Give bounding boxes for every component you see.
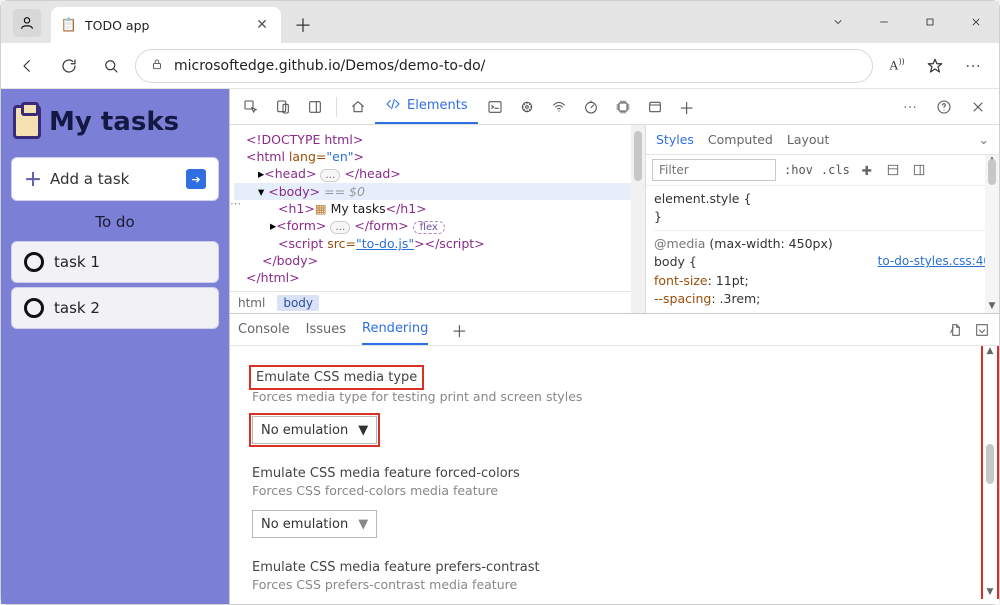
devtools-drawer: Console Issues Rendering ＋ Emulate CSS m… — [230, 313, 999, 599]
memory-tab-icon[interactable] — [608, 93, 638, 121]
site-info-icon[interactable] — [150, 56, 164, 75]
styles-scrollbar[interactable]: ▲ ▼ — [985, 155, 999, 313]
add-task-input[interactable]: ＋ Add a task ➔ — [11, 157, 219, 201]
emulate-forced-colors-label: Emulate CSS media feature forced-colors — [252, 466, 977, 481]
new-tab-button[interactable]: ＋ — [287, 9, 319, 41]
hov-toggle[interactable]: :hov — [784, 163, 813, 177]
window-controls — [815, 1, 999, 43]
settings-menu-button[interactable] — [955, 48, 991, 84]
favorites-button[interactable] — [917, 48, 953, 84]
performance-tab-icon[interactable] — [576, 93, 606, 121]
issues-drawer-tab[interactable]: Issues — [306, 314, 346, 345]
dom-breadcrumbs: html body — [230, 291, 631, 313]
console-drawer-tab[interactable]: Console — [238, 314, 290, 345]
add-task-placeholder: Add a task — [50, 170, 129, 188]
page-title: My tasks — [49, 107, 179, 137]
expand-drawer-button[interactable] — [973, 321, 991, 339]
breadcrumb-body[interactable]: body — [277, 295, 319, 311]
devtools: Elements ＋ <!DOCTYPE html> <html lang="e… — [229, 89, 999, 604]
sources-tab-icon[interactable] — [512, 93, 542, 121]
elements-tab[interactable]: Elements — [375, 90, 478, 124]
styles-tab[interactable]: Styles — [656, 132, 694, 147]
address-bar[interactable]: microsoft­edge.github.io/Demos/demo-to-d… — [135, 49, 873, 83]
close-devtools-button[interactable] — [963, 93, 993, 121]
source-link[interactable]: to-do-styles.css:40 — [878, 253, 991, 270]
layout-tab[interactable]: Layout — [787, 132, 830, 147]
minimize-button[interactable] — [861, 6, 907, 38]
inspect-element-button[interactable] — [236, 93, 266, 121]
breadcrumb-html[interactable]: html — [238, 296, 265, 310]
dom-scrollbar[interactable] — [631, 125, 645, 313]
task-checkbox[interactable] — [24, 298, 44, 318]
close-tab-button[interactable]: ✕ — [253, 16, 271, 34]
browser-tab[interactable]: 📋 TODO app ✕ — [51, 7, 281, 43]
devtools-toolbar: Elements ＋ — [230, 89, 999, 125]
tab-title: TODO app — [85, 18, 245, 33]
rendering-drawer-tab[interactable]: Rendering — [362, 314, 428, 345]
task-item[interactable]: task 2 — [11, 287, 219, 329]
title-bar: 📋 TODO app ✕ ＋ — [1, 1, 999, 43]
setting-description: Forces CSS prefers-contrast media featur… — [252, 577, 977, 592]
styles-filter-input[interactable] — [652, 159, 776, 181]
task-item[interactable]: task 1 — [11, 241, 219, 283]
setting-description: Forces CSS forced-colors media feature — [252, 483, 977, 498]
setting-description: Forces media type for testing print and … — [252, 389, 977, 404]
welcome-tab[interactable] — [343, 93, 373, 121]
task-checkbox[interactable] — [24, 252, 44, 272]
search-button[interactable] — [93, 48, 129, 84]
computed-tab[interactable]: Computed — [708, 132, 773, 147]
emulate-prefers-contrast-label: Emulate CSS media feature prefers-contra… — [252, 560, 977, 575]
code-icon — [385, 96, 401, 116]
emulate-media-type-select[interactable]: No emulation ▼ — [252, 416, 377, 444]
profile-button[interactable] — [13, 9, 41, 37]
tab-overflow-button[interactable] — [815, 6, 861, 38]
clipboard-icon — [13, 105, 41, 139]
back-button[interactable] — [9, 48, 45, 84]
computed-sidebar-button[interactable] — [884, 161, 902, 179]
ai-toggle-button[interactable] — [947, 321, 965, 339]
emulate-media-type-label: Emulate CSS media type — [252, 368, 421, 387]
cls-toggle[interactable]: .cls — [821, 163, 850, 177]
drawer-scrollbar[interactable]: ▲ ▼ — [983, 346, 997, 599]
task-label: task 2 — [54, 299, 100, 317]
devtools-more-button[interactable] — [895, 93, 925, 121]
submit-task-button[interactable]: ➔ — [186, 169, 206, 189]
read-aloud-button[interactable]: A)) — [879, 48, 915, 84]
application-tab-icon[interactable] — [640, 93, 670, 121]
styles-panel: Styles Computed Layout ⌄ :hov .cls ✚ ele… — [645, 125, 999, 313]
dock-side-button[interactable] — [300, 93, 330, 121]
maximize-button[interactable] — [907, 6, 953, 38]
url-text: microsoft­edge.github.io/Demos/demo-to-d… — [174, 58, 485, 74]
device-emulation-button[interactable] — [268, 93, 298, 121]
refresh-button[interactable] — [51, 48, 87, 84]
more-drawer-tabs-button[interactable]: ＋ — [444, 316, 474, 344]
chevron-down-icon: ▼ — [358, 517, 368, 532]
new-style-rule-button[interactable]: ✚ — [858, 161, 876, 179]
browser-toolbar: microsoft­edge.github.io/Demos/demo-to-d… — [1, 43, 999, 89]
toggle-layers-button[interactable] — [910, 161, 928, 179]
dom-tree[interactable]: <!DOCTYPE html> <html lang="en"> ▸<head>… — [230, 125, 645, 313]
chevron-down-icon: ▼ — [358, 423, 368, 438]
dom-actions-icon[interactable]: ⋯ — [230, 197, 241, 210]
section-heading: To do — [7, 205, 223, 237]
task-label: task 1 — [54, 253, 100, 271]
close-window-button[interactable] — [953, 6, 999, 38]
network-tab-icon[interactable] — [544, 93, 574, 121]
emulate-forced-colors-select[interactable]: No emulation ▼ — [252, 510, 377, 538]
chevron-down-icon[interactable]: ⌄ — [979, 132, 989, 147]
help-button[interactable] — [929, 93, 959, 121]
console-tab-icon[interactable] — [480, 93, 510, 121]
app-page: My tasks ＋ Add a task ➔ To do task 1 tas… — [1, 89, 229, 604]
plus-icon: ＋ — [24, 166, 42, 192]
more-tabs-button[interactable]: ＋ — [672, 93, 702, 121]
tab-favicon: 📋 — [61, 17, 77, 33]
